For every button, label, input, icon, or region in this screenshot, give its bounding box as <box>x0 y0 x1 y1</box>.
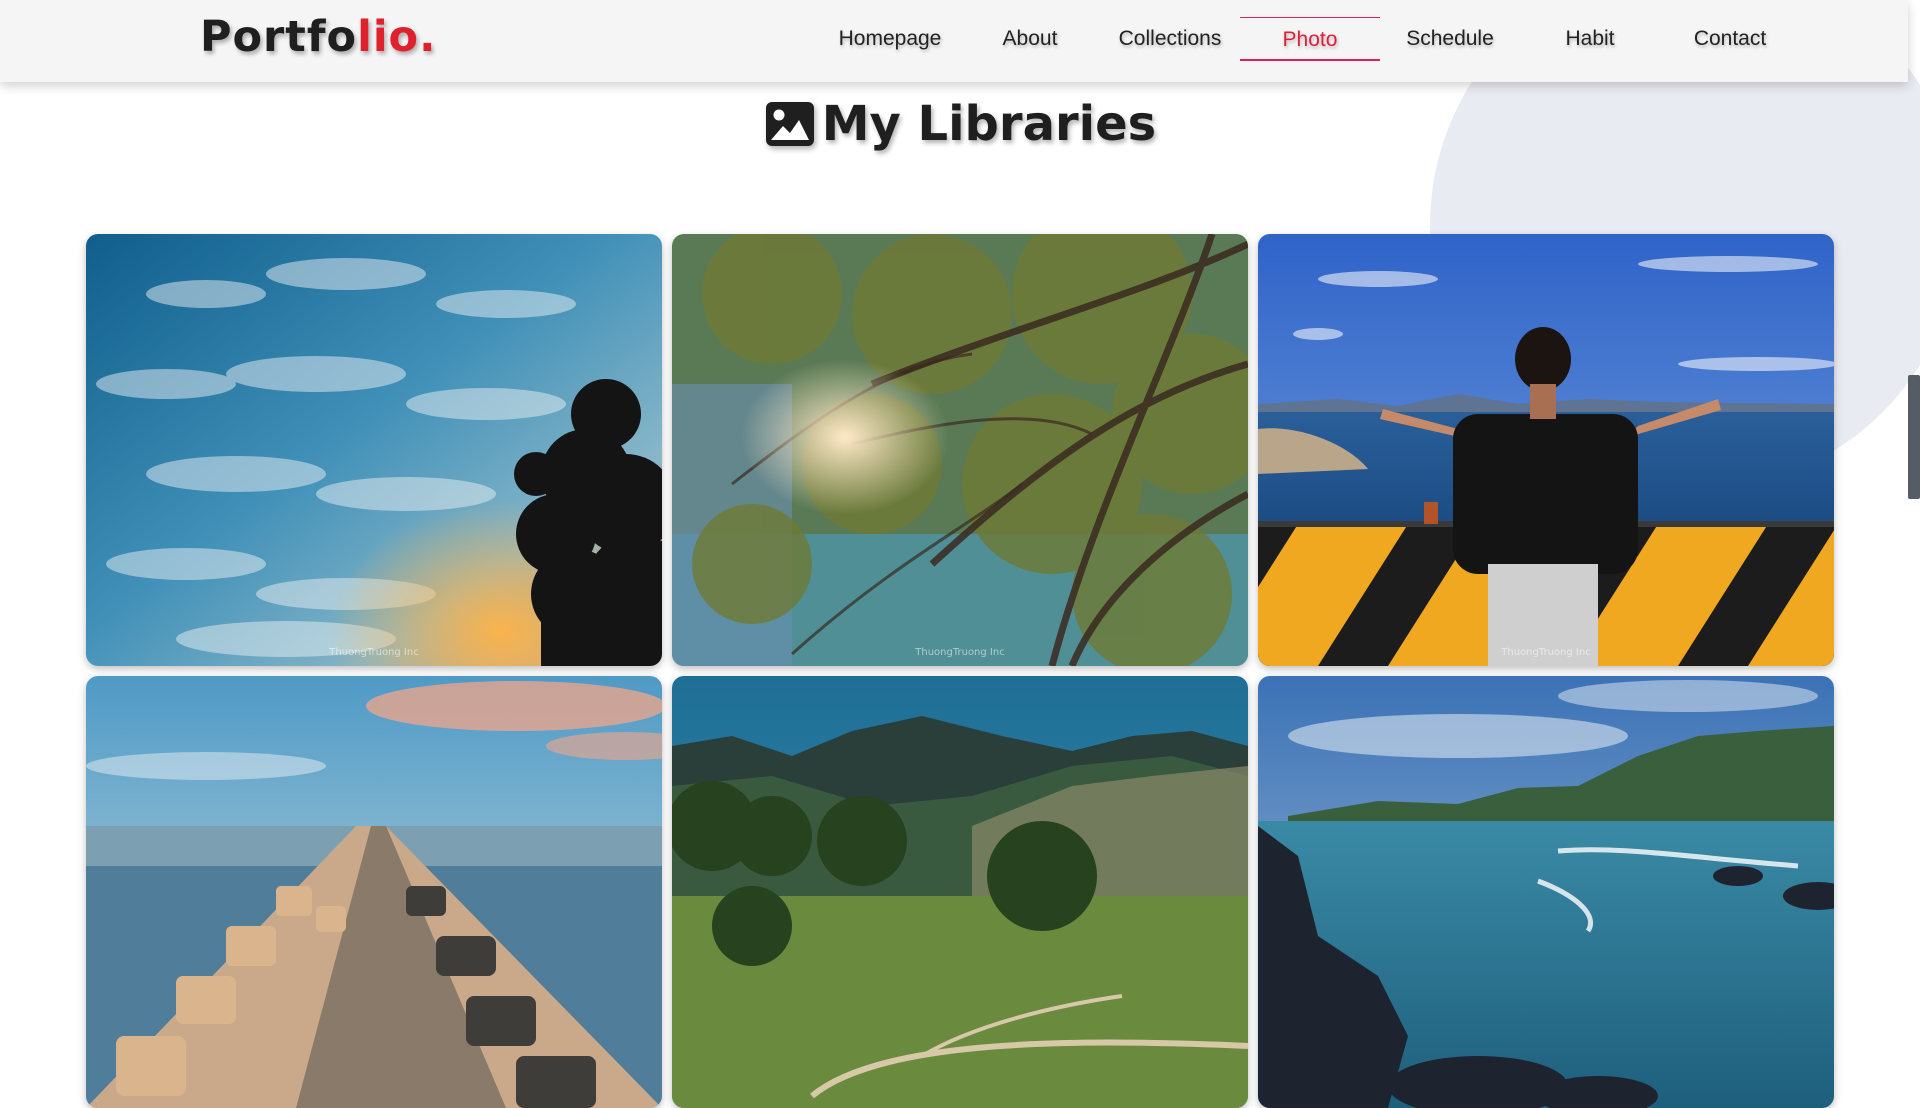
nav-item-homepage[interactable]: Homepage <box>820 17 960 61</box>
photo-sky-clouds[interactable]: ThuongTruong Inc <box>86 234 662 666</box>
nav-item-contact[interactable]: Contact <box>1660 17 1800 61</box>
nav-item-photo[interactable]: Photo <box>1240 17 1380 61</box>
photo-rocky-coast[interactable] <box>1258 676 1834 1108</box>
photo-tree-canopy[interactable]: ThuongTruong Inc <box>672 234 1248 666</box>
nav-item-schedule[interactable]: Schedule <box>1380 17 1520 61</box>
brand-name-accent: lio. <box>357 12 437 62</box>
photo-watermark: ThuongTruong Inc <box>329 647 419 658</box>
image-icon <box>764 98 816 150</box>
brand-name: Portfo <box>200 12 358 62</box>
photo-gallery: ThuongTruong Inc ThuongTruong Inc Thuong… <box>86 234 1834 1108</box>
photo-breakwater[interactable] <box>86 676 662 1108</box>
brand-logo[interactable]: Portfolio. <box>200 12 436 62</box>
photo-watermark: ThuongTruong Inc <box>1501 647 1591 658</box>
nav-item-habit[interactable]: Habit <box>1520 17 1660 61</box>
photo-man-seaside[interactable]: ThuongTruong Inc <box>1258 234 1834 666</box>
nav-item-about[interactable]: About <box>960 17 1100 61</box>
page-heading: My Libraries <box>0 96 1920 152</box>
navbar: Portfolio. Homepage About Collections Ph… <box>0 0 1908 82</box>
main-nav: Homepage About Collections Photo Schedul… <box>820 17 1800 61</box>
scrollbar-thumb[interactable] <box>1908 375 1920 499</box>
photo-watermark: ThuongTruong Inc <box>915 647 1005 658</box>
page-title: My Libraries <box>821 96 1157 152</box>
photo-mountain-valley[interactable] <box>672 676 1248 1108</box>
nav-item-collections[interactable]: Collections <box>1100 17 1240 61</box>
